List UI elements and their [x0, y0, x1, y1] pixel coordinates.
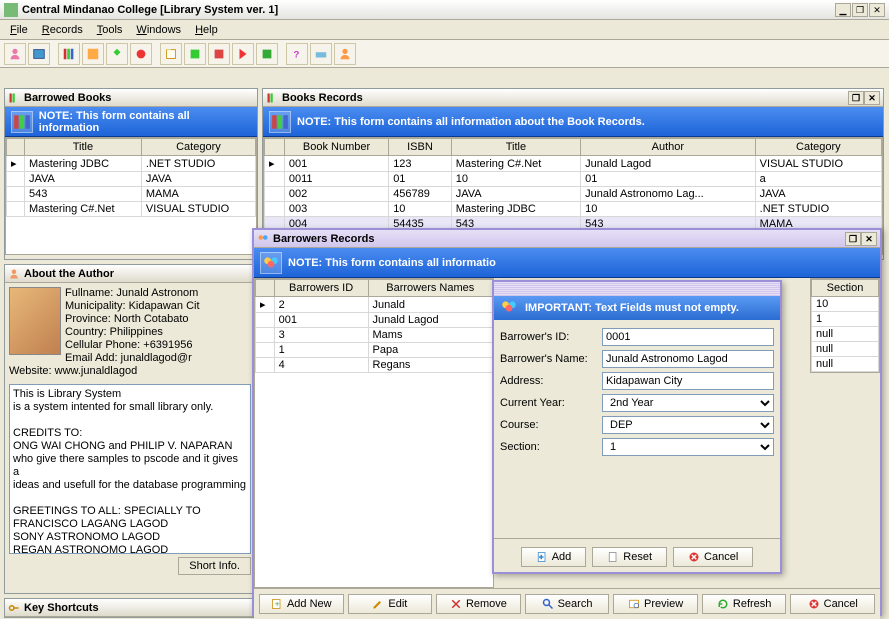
- add-button[interactable]: Add: [521, 547, 587, 567]
- year-select[interactable]: 2nd Year: [602, 394, 774, 412]
- borrower-name-input[interactable]: [602, 350, 774, 368]
- maximize-button[interactable]: ❐: [852, 3, 868, 17]
- menu-file[interactable]: File: [4, 22, 34, 38]
- borrowed-grid[interactable]: TitleCategory ▸Mastering JDBC.NET STUDIO…: [5, 137, 257, 255]
- note-bar: NOTE: This form contains all information: [5, 107, 257, 137]
- tb-user-icon[interactable]: [334, 43, 356, 65]
- person-icon: [8, 268, 20, 280]
- table-row: 543MAMA: [7, 187, 256, 202]
- short-info-button[interactable]: Short Info.: [178, 557, 251, 575]
- panel-close-button[interactable]: ✕: [864, 91, 880, 105]
- window-title: Central Mindanao College [Library System…: [22, 4, 835, 16]
- borrowers-grid[interactable]: Barrowers IDBarrowers Names ▸2Junald 001…: [254, 278, 494, 588]
- menu-records[interactable]: Records: [36, 22, 89, 38]
- tb-icon-4[interactable]: [82, 43, 104, 65]
- course-select[interactable]: DEP: [602, 416, 774, 434]
- tb-icon-10[interactable]: [232, 43, 254, 65]
- table-row: 001Junald Lagod: [256, 313, 493, 328]
- table-row: ▸2Junald: [256, 297, 493, 313]
- panel-title: Barrowed Books: [24, 92, 111, 104]
- table-row: ▸001123Mastering C#.NetJunald LagodVISUA…: [265, 156, 882, 172]
- borrowed-books-panel: Barrowed Books NOTE: This form contains …: [4, 88, 258, 260]
- people-icon: [260, 252, 282, 274]
- table-row: 1Papa: [256, 343, 493, 358]
- tb-help-icon[interactable]: ?: [286, 43, 308, 65]
- reset-button[interactable]: Reset: [592, 547, 667, 567]
- section-grid[interactable]: Section 10 1 null null null: [810, 278, 880, 373]
- people-icon: [257, 233, 269, 245]
- toolbar: ?: [0, 40, 889, 68]
- panel-title: Key Shortcuts: [24, 602, 99, 614]
- borrower-form-dialog: IMPORTANT: Text Fields must not empty. B…: [492, 280, 782, 574]
- books-icon: [8, 92, 20, 104]
- panel-max-button[interactable]: ❐: [845, 232, 861, 246]
- section-select[interactable]: 1: [602, 438, 774, 456]
- tb-icon-13[interactable]: [310, 43, 332, 65]
- key-shortcuts-panel: Key Shortcuts: [4, 598, 256, 618]
- tb-icon-1[interactable]: [4, 43, 26, 65]
- tb-icon-9[interactable]: [208, 43, 230, 65]
- table-row: ▸Mastering JDBC.NET STUDIO: [7, 156, 256, 172]
- titlebar: Central Mindanao College [Library System…: [0, 0, 889, 20]
- app-icon: [4, 3, 18, 17]
- edit-button[interactable]: Edit: [348, 594, 433, 614]
- add-new-button[interactable]: +Add New: [259, 594, 344, 614]
- close-button[interactable]: ✕: [869, 3, 885, 17]
- dialog-grip[interactable]: [494, 282, 780, 296]
- remove-button[interactable]: Remove: [436, 594, 521, 614]
- search-button[interactable]: Search: [525, 594, 610, 614]
- cancel-button[interactable]: Cancel: [790, 594, 875, 614]
- borrower-id-input[interactable]: [602, 328, 774, 346]
- tb-icon-11[interactable]: [256, 43, 278, 65]
- table-row: 0011011001a: [265, 172, 882, 187]
- menubar: File Records Tools Windows Help: [0, 20, 889, 40]
- refresh-button[interactable]: Refresh: [702, 594, 787, 614]
- people-icon: [500, 298, 520, 318]
- address-input[interactable]: [602, 372, 774, 390]
- note-bar: NOTE: This form contains all informatio: [254, 248, 880, 278]
- table-row: JAVAJAVA: [7, 172, 256, 187]
- table-row: Mastering C#.NetVISUAL STUDIO: [7, 202, 256, 217]
- panel-title: Books Records: [282, 92, 363, 104]
- about-text[interactable]: This is Library System is a system inten…: [9, 384, 251, 554]
- menu-tools[interactable]: Tools: [91, 22, 129, 38]
- svg-text:+: +: [275, 599, 280, 608]
- svg-text:?: ?: [294, 49, 300, 60]
- panel-max-button[interactable]: ❐: [848, 91, 864, 105]
- tb-book-icon[interactable]: [160, 43, 182, 65]
- table-row: 00310Mastering JDBC10.NET STUDIO: [265, 202, 882, 217]
- important-bar: IMPORTANT: Text Fields must not empty.: [494, 296, 780, 320]
- author-photo: [9, 287, 61, 355]
- books-icon: [269, 111, 291, 133]
- table-row: 4Regans: [256, 358, 493, 373]
- books-icon: [11, 111, 33, 133]
- tb-books-icon[interactable]: [58, 43, 80, 65]
- about-author-panel: About the Author Fullname: Junald Astron…: [4, 264, 256, 594]
- books-icon: [266, 92, 278, 104]
- tb-icon-2[interactable]: [28, 43, 50, 65]
- tb-icon-8[interactable]: [184, 43, 206, 65]
- tb-icon-5[interactable]: [106, 43, 128, 65]
- preview-button[interactable]: Preview: [613, 594, 698, 614]
- panel-title: About the Author: [24, 268, 114, 280]
- cancel-button[interactable]: Cancel: [673, 547, 753, 567]
- panel-close-button[interactable]: ✕: [861, 232, 877, 246]
- menu-help[interactable]: Help: [189, 22, 224, 38]
- panel-title: Barrowers Records: [273, 233, 375, 245]
- minimize-button[interactable]: ▁: [835, 3, 851, 17]
- borrowers-toolbar: +Add New Edit Remove Search Preview Refr…: [254, 588, 880, 619]
- key-icon: [8, 602, 20, 614]
- menu-windows[interactable]: Windows: [130, 22, 187, 38]
- table-row: 3Mams: [256, 328, 493, 343]
- table-row: 002456789JAVAJunald Astronomo Lag...JAVA: [265, 187, 882, 202]
- note-bar: NOTE: This form contains all information…: [263, 107, 883, 137]
- tb-icon-6[interactable]: [130, 43, 152, 65]
